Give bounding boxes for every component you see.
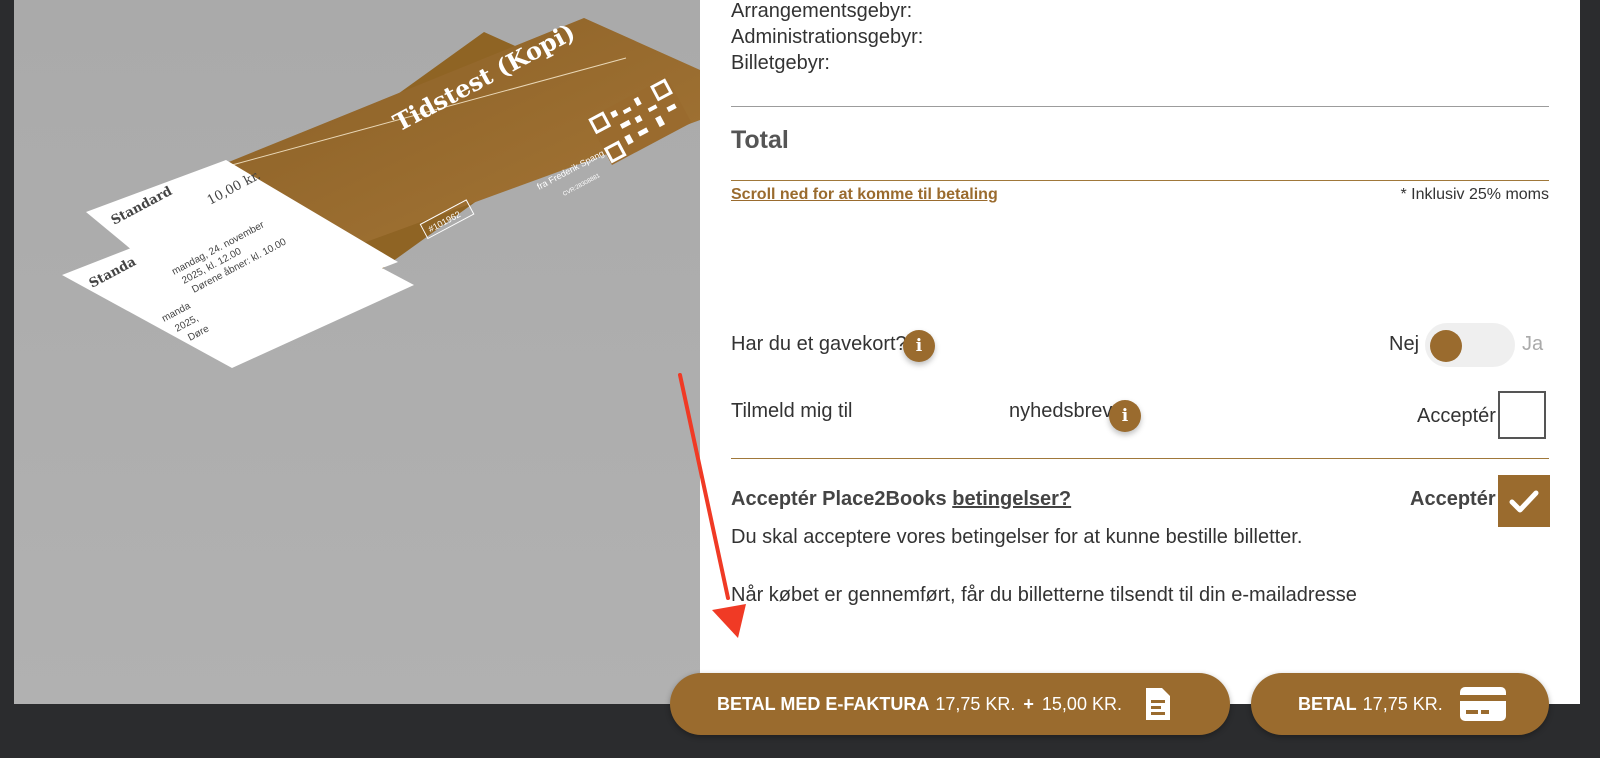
check-icon [1509,490,1539,513]
info-icon[interactable]: i [903,330,935,362]
divider [731,458,1549,459]
giftcard-toggle-knob[interactable] [1430,330,1462,362]
ticket-preview-panel: Tidstest (Kopi) fra Frederik Spang CVR:2… [14,0,700,704]
card-button-label: BETAL [1298,693,1357,714]
ticket-illustration: Tidstest (Kopi) fra Frederik Spang CVR:2… [62,17,700,368]
document-icon [1145,688,1170,720]
invoice-button-fee: 15,00 KR. [1041,693,1122,714]
invoice-button-label: BETAL MED E-FAKTURA [717,693,930,714]
terms-title-text: Acceptér Place2Books [731,488,947,510]
scroll-to-payment-link[interactable]: Scroll ned for at komme til betaling [731,186,998,204]
annotation-arrow [678,373,746,638]
pay-with-card-button[interactable]: BETAL 17,75 KR. [1251,673,1549,735]
terms-notice: Du skal acceptere vores betingelser for … [731,526,1303,548]
invoice-button-plus: + [1023,693,1034,714]
fee-billet-label: Billetgebyr: [731,52,830,74]
giftcard-label: Har du et gavekort? [731,333,907,355]
terms-title: Acceptér Place2Books betingelser? [731,488,1071,511]
fee-list: Arrangementsgebyr: Administrationsgebyr:… [731,0,923,76]
giftcard-toggle-yes-label: Ja [1522,333,1544,355]
terms-accept-label: Acceptér [1410,488,1496,510]
newsletter-accept-label: Acceptér [1417,405,1496,427]
pay-with-invoice-button[interactable]: BETAL MED E-FAKTURA 17,75 KR. + 15,00 KR… [670,673,1230,735]
giftcard-toggle-no-label: Nej [1389,333,1420,355]
divider [731,106,1549,107]
card-button-amount: 17,75 KR. [1362,693,1443,714]
credit-card-icon [1459,687,1506,721]
terms-link[interactable]: betingelser? [952,488,1071,510]
invoice-button-amount: 17,75 KR. [935,693,1016,714]
checkout-panel: Arrangementsgebyr: Administrationsgebyr:… [700,0,1580,704]
fee-arrangement-label: Arrangementsgebyr: [731,0,913,22]
info-icon[interactable]: i [1109,400,1141,432]
delivery-notice: Når købet er gennemført, får du billette… [731,584,1357,606]
total-label: Total [731,126,789,154]
terms-checkbox[interactable] [1498,475,1550,527]
newsletter-label-end: nyhedsbrev [1009,400,1113,422]
newsletter-checkbox[interactable] [1498,391,1546,439]
vat-note: * Inklusiv 25% moms [1400,186,1550,203]
fee-administration-label: Administrationsgebyr: [731,26,924,48]
divider [731,180,1549,181]
